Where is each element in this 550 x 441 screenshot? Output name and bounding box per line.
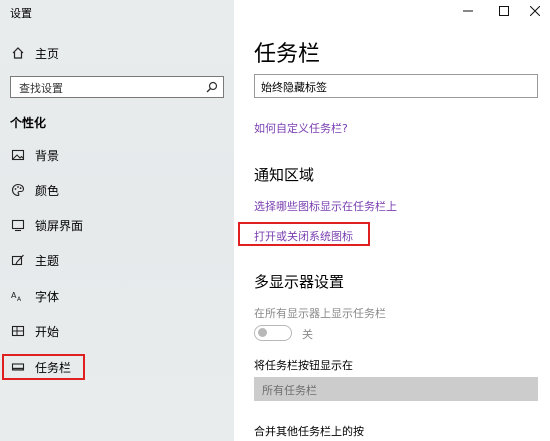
combine-other-label: 合并其他任务栏上的按 <box>254 425 364 438</box>
svg-text:A: A <box>17 296 22 303</box>
start-icon <box>11 324 25 338</box>
taskbar-highlight-box <box>2 354 85 380</box>
sidebar-item-label: 主题 <box>35 253 60 268</box>
font-icon: AA <box>11 289 25 303</box>
sidebar-item-label: 颜色 <box>35 183 60 198</box>
show-all-displays-toggle[interactable] <box>254 325 292 341</box>
page-title: 任务栏 <box>254 42 321 67</box>
minimize-icon <box>463 10 473 12</box>
sidebar-item-lock-screen[interactable]: 锁屏界面 <box>0 210 234 240</box>
buttons-display-dropdown[interactable]: 所有任务栏 <box>254 377 538 401</box>
main-panel: 任务栏 始终隐藏标签 如何自定义任务栏? 通知区域 选择哪些图标显示在任务栏上 … <box>234 0 550 441</box>
maximize-icon <box>499 6 509 16</box>
lock-screen-icon <box>11 218 25 232</box>
sidebar-item-label: 主页 <box>35 46 60 61</box>
home-icon <box>11 46 25 60</box>
minimize-button[interactable] <box>453 0 483 22</box>
sidebar-item-label: 字体 <box>35 289 60 304</box>
sidebar-item-start[interactable]: 开始 <box>0 316 234 346</box>
sidebar-item-home[interactable]: 主页 <box>0 38 234 68</box>
search-icon[interactable] <box>206 81 218 93</box>
search-input[interactable]: 查找设置 <box>10 76 224 98</box>
multi-display-heading: 多显示器设置 <box>254 273 345 291</box>
image-icon <box>11 148 25 162</box>
sidebar-item-label: 背景 <box>35 148 60 163</box>
close-icon <box>530 6 540 16</box>
sidebar-item-fonts[interactable]: AA 字体 <box>0 281 234 311</box>
search-placeholder: 查找设置 <box>19 82 63 95</box>
maximize-button[interactable] <box>489 0 519 22</box>
toggle-knob <box>258 328 267 337</box>
window-title: 设置 <box>10 7 32 20</box>
section-heading: 个性化 <box>10 116 47 130</box>
sidebar: 设置 主页 查找设置 个性化 背景 颜色 锁屏界面 主题 A A 字体 开始 任… <box>0 0 234 441</box>
sidebar-item-colors[interactable]: 颜色 <box>0 175 234 205</box>
select-taskbar-icons-link[interactable]: 选择哪些图标显示在任务栏上 <box>254 198 397 214</box>
theme-icon <box>11 253 25 267</box>
combine-buttons-dropdown[interactable]: 始终隐藏标签 <box>254 74 538 98</box>
sidebar-item-background[interactable]: 背景 <box>0 140 234 170</box>
notification-area-heading: 通知区域 <box>254 166 315 184</box>
sidebar-item-label: 开始 <box>35 324 60 339</box>
toggle-state-label: 关 <box>302 328 313 341</box>
palette-icon <box>11 183 25 197</box>
customize-taskbar-link[interactable]: 如何自定义任务栏? <box>254 120 348 136</box>
system-icons-highlight-box <box>238 222 370 246</box>
buttons-display-value: 所有任务栏 <box>262 384 317 397</box>
combine-buttons-value: 始终隐藏标签 <box>261 81 327 94</box>
show-all-displays-label: 在所有显示器上显示任务栏 <box>254 307 386 320</box>
sidebar-item-themes[interactable]: 主题 <box>0 245 234 275</box>
sidebar-item-label: 锁屏界面 <box>35 218 84 233</box>
buttons-display-label: 将任务栏按钮显示在 <box>254 359 353 372</box>
close-button[interactable] <box>520 0 550 22</box>
